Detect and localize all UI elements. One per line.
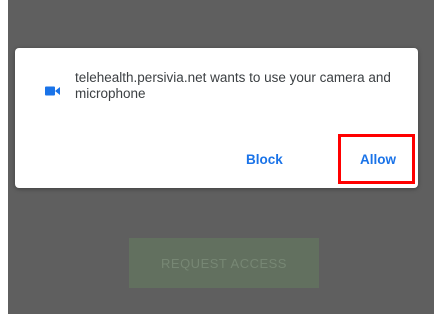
permission-message: telehealth.persivia.net wants to use you… [75,70,391,101]
allow-button[interactable]: Allow [360,152,396,167]
permission-dialog: telehealth.persivia.net wants to use you… [15,48,418,188]
block-button[interactable]: Block [246,152,283,167]
video-camera-icon [45,84,61,96]
request-access-button[interactable]: REQUEST ACCESS [129,238,319,288]
